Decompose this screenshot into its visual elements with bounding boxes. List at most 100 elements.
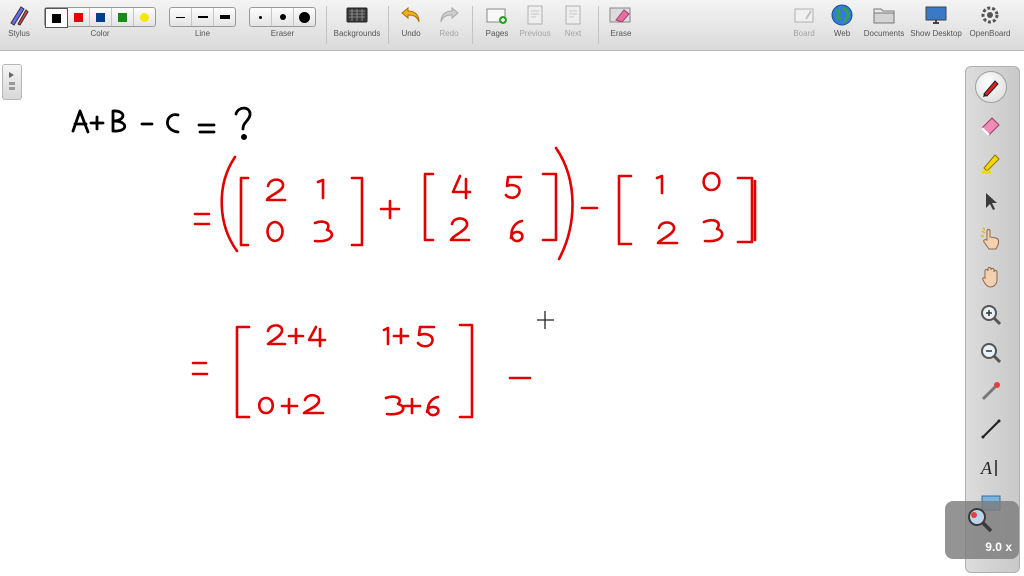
crosshair-cursor (537, 311, 554, 329)
erase-button[interactable]: Erase (606, 3, 636, 38)
bracket-left (617, 174, 633, 246)
handwritten-equals (191, 361, 209, 376)
tool-palette: A (965, 66, 1020, 573)
backgrounds-icon (346, 7, 368, 23)
line-thick-button[interactable] (214, 8, 235, 26)
highlighter-icon (982, 154, 1000, 174)
board-label: Board (793, 29, 815, 38)
eraser-label: Eraser (270, 29, 295, 38)
magnifier-icon (968, 508, 993, 533)
bracket-right (736, 176, 754, 244)
globe-icon (831, 4, 853, 26)
color-blue-button[interactable] (90, 8, 112, 26)
expr-2 (302, 393, 325, 415)
expr-6 (425, 395, 440, 417)
color-black-button[interactable] (45, 8, 68, 28)
next-page-button[interactable]: Next (558, 3, 588, 38)
color-green-button[interactable] (112, 8, 134, 26)
color-yellow-button[interactable] (134, 8, 155, 26)
zoom-in-tool-button[interactable] (972, 299, 1010, 331)
stylus-label: Stylus (8, 29, 30, 38)
handwritten-question (234, 106, 252, 131)
folder-icon (873, 8, 895, 24)
add-page-icon (486, 8, 507, 24)
line-thin-button[interactable] (170, 8, 192, 26)
eraser-small-button[interactable] (250, 8, 272, 26)
interact-tool-button[interactable] (972, 223, 1010, 255)
pages-button[interactable]: Pages (480, 3, 514, 38)
openboard-label: OpenBoard (969, 29, 1011, 38)
digit-0 (702, 171, 721, 192)
previous-page-icon (527, 5, 543, 25)
stylus-button[interactable]: Stylus (4, 3, 34, 38)
close-paren (554, 146, 574, 261)
handwritten-equals (197, 123, 216, 134)
expr-0 (257, 396, 275, 415)
handwritten-plus (89, 115, 105, 131)
hand-tool-button[interactable] (972, 261, 1010, 293)
digit-2 (449, 217, 471, 242)
digit-5 (504, 175, 523, 199)
line-label: Line (194, 29, 211, 38)
zoom-in-icon (981, 305, 1002, 326)
toolbar-separator (598, 6, 599, 44)
hand-icon (982, 267, 998, 288)
expr-5 (416, 325, 436, 348)
previous-page-button[interactable]: Previous (516, 3, 554, 38)
marker-tool-button[interactable] (972, 109, 1010, 141)
line-icon (981, 419, 1001, 439)
handwritten-plus (379, 199, 401, 220)
board-button[interactable]: Board (788, 3, 820, 38)
text-icon: A (980, 458, 997, 478)
digit-4 (451, 174, 472, 200)
expr-4 (307, 325, 327, 348)
backgrounds-button[interactable]: Backgrounds (332, 3, 382, 38)
line-width-selector[interactable] (169, 7, 236, 27)
zoom-out-tool-button[interactable] (972, 337, 1010, 369)
selector-icon (986, 193, 997, 210)
pages-label: Pages (485, 29, 509, 38)
gear-icon (981, 6, 999, 24)
undo-button[interactable]: Undo (398, 3, 424, 38)
zoom-out-icon (981, 343, 1002, 364)
digit-3 (702, 218, 724, 243)
line-group: Line (169, 3, 236, 38)
documents-label: Documents (863, 29, 905, 38)
open-paren (220, 155, 239, 253)
handwritten-A (71, 109, 90, 134)
previous-label: Previous (519, 29, 551, 38)
show-desktop-button[interactable]: Show Desktop (910, 3, 962, 38)
next-page-icon (565, 5, 581, 25)
web-button[interactable]: Web (828, 3, 856, 38)
openboard-menu-button[interactable]: OpenBoard (966, 3, 1014, 38)
color-red-button[interactable] (68, 8, 90, 26)
svg-text:A: A (980, 458, 993, 478)
laser-pointer-tool-button[interactable] (972, 375, 1010, 407)
documents-button[interactable]: Documents (862, 3, 906, 38)
erase-label: Erase (610, 29, 632, 38)
line-tool-button[interactable] (972, 413, 1010, 445)
highlighter-tool-button[interactable] (972, 147, 1010, 179)
whiteboard-canvas[interactable] (0, 51, 940, 571)
redo-button[interactable]: Redo (436, 3, 462, 38)
text-tool-button[interactable]: A (972, 451, 1010, 483)
digit-6 (509, 219, 524, 243)
expr-plus (287, 327, 305, 345)
eraser-medium-button[interactable] (272, 8, 294, 26)
digit-2 (265, 178, 287, 202)
eraser-size-selector[interactable] (249, 7, 316, 27)
bracket-right (541, 172, 558, 242)
board-icon (794, 8, 814, 23)
color-label: Color (90, 29, 110, 38)
color-group: Color (44, 3, 156, 38)
pen-icon (983, 80, 999, 97)
selector-tool-button[interactable] (972, 185, 1010, 217)
color-selector[interactable] (44, 7, 156, 28)
digit-0 (266, 220, 284, 243)
eraser-large-button[interactable] (294, 8, 315, 26)
eraser-group: Eraser (249, 3, 316, 38)
bracket-right (458, 323, 474, 419)
line-medium-button[interactable] (192, 8, 214, 26)
pen-tool-button[interactable] (972, 71, 1010, 103)
backgrounds-label: Backgrounds (333, 29, 381, 38)
